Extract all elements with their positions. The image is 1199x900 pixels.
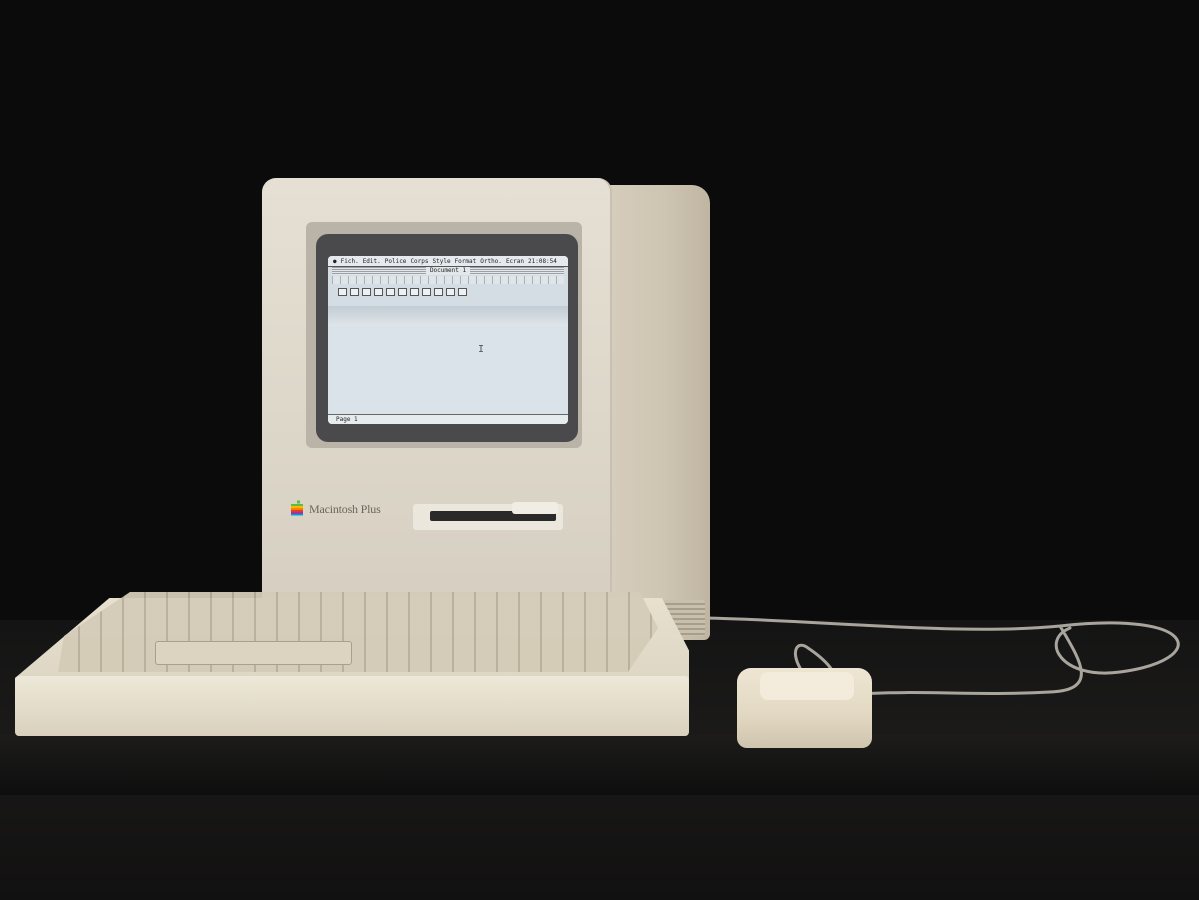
menu-clock: 21:08:54: [528, 257, 557, 265]
menu-item-fich[interactable]: Fich.: [341, 258, 359, 265]
document-area[interactable]: [328, 326, 568, 414]
menu-bar: ● Fich. Edit. Police Corps Style Format …: [328, 256, 568, 267]
screen-glare: [328, 306, 568, 326]
align-button[interactable]: [362, 288, 371, 296]
tab-button[interactable]: [446, 288, 455, 296]
menu-item-police[interactable]: Police: [385, 258, 407, 265]
apple-menu-icon[interactable]: ●: [333, 258, 337, 265]
align-button[interactable]: [374, 288, 383, 296]
spacing-button[interactable]: [410, 288, 419, 296]
window-title: Document 1: [425, 267, 471, 274]
crt-screen: ● Fich. Edit. Police Corps Style Format …: [328, 256, 568, 424]
document-ruler[interactable]: [332, 276, 564, 284]
format-toolbar: [332, 286, 568, 298]
tab-button[interactable]: [434, 288, 443, 296]
apple-logo-icon: [291, 500, 303, 516]
menu-item-ortho[interactable]: Ortho.: [480, 258, 502, 265]
menu-item-style[interactable]: Style: [433, 258, 451, 265]
spacing-button[interactable]: [386, 288, 395, 296]
page-indicator: Page 1: [336, 416, 358, 423]
model-label: Macintosh Plus: [309, 502, 381, 516]
tab-button[interactable]: [458, 288, 467, 296]
menu-item-ecran[interactable]: Ecran: [506, 258, 524, 265]
text-cursor-icon: I: [478, 344, 485, 355]
spacebar-key[interactable]: [155, 641, 352, 665]
align-button[interactable]: [350, 288, 359, 296]
menu-item-corps[interactable]: Corps: [410, 258, 428, 265]
window-status-bar: Page 1: [328, 414, 568, 424]
menu-item-format[interactable]: Format: [455, 258, 477, 265]
floppy-eject-button[interactable]: [512, 502, 558, 514]
photo-scene: ● Fich. Edit. Police Corps Style Format …: [0, 0, 1199, 900]
align-button[interactable]: [338, 288, 347, 296]
spacing-button[interactable]: [422, 288, 431, 296]
keyboard-front-edge: [15, 676, 689, 736]
spacing-button[interactable]: [398, 288, 407, 296]
keyboard-keys[interactable]: [58, 592, 658, 672]
mouse-button[interactable]: [760, 672, 854, 700]
window-title-bar[interactable]: Document 1: [332, 267, 564, 275]
menu-item-edit[interactable]: Edit.: [363, 258, 381, 265]
